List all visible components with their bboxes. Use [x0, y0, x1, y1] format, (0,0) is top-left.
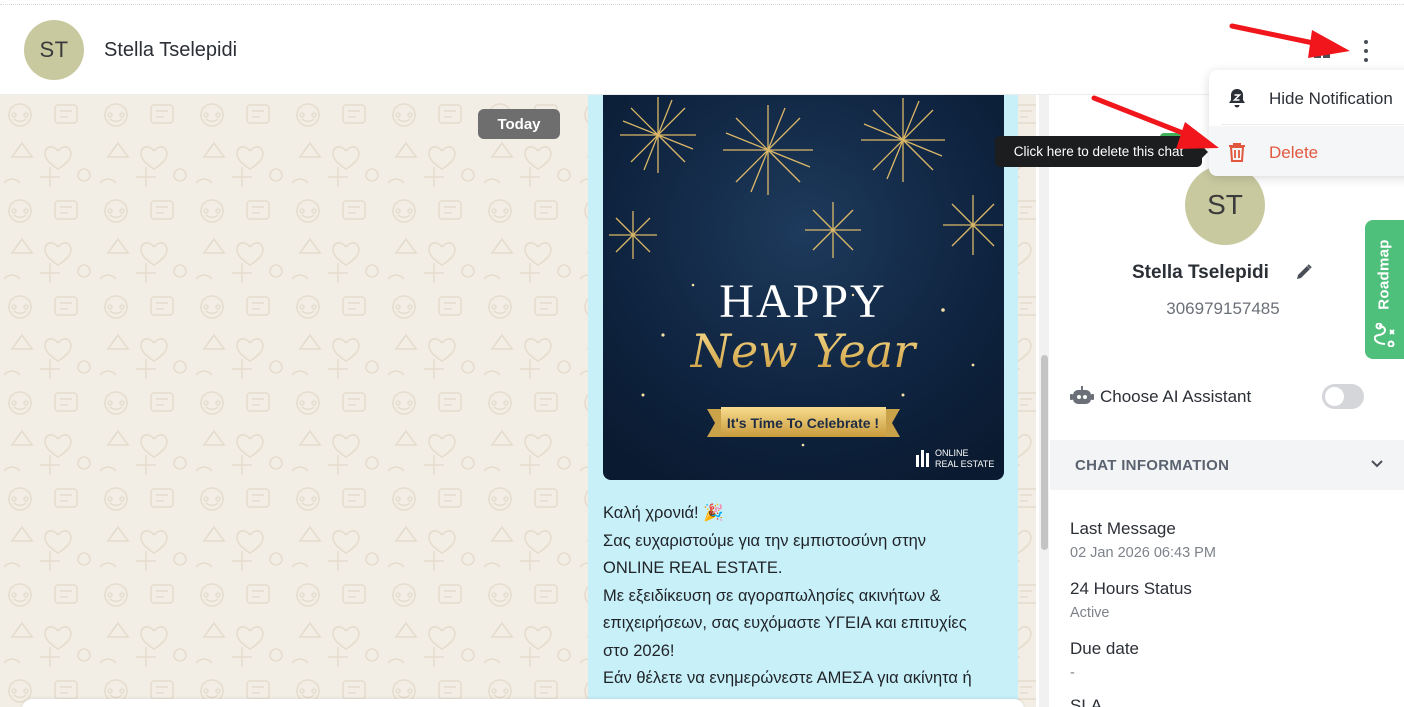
- bell-snooze-icon: [1229, 89, 1245, 108]
- roadmap-icon: [1374, 323, 1395, 347]
- message-text: Καλή χρονιά! 🎉 Σας ευχαριστούμε για την …: [603, 500, 1008, 693]
- panel-avatar: ST: [1185, 165, 1265, 245]
- message-image[interactable]: HAPPY New Year It's Time To Celebrate ! …: [603, 95, 1004, 480]
- info-value: Active: [1070, 605, 1110, 621]
- contact-name[interactable]: Stella Tselepidi: [104, 39, 237, 62]
- chat-header: ST Stella Tselepidi: [0, 5, 1404, 95]
- image-brand-line2: REAL ESTATE: [935, 459, 994, 469]
- chat-scrollbar-thumb[interactable]: [1041, 355, 1048, 550]
- pencil-icon[interactable]: [1295, 263, 1313, 281]
- message-line: Με εξειδίκευση σε αγοραπωλησίες ακινήτων…: [603, 586, 941, 605]
- image-headline: HAPPY: [719, 275, 886, 328]
- info-label: Due date: [1070, 639, 1139, 658]
- message-line: Καλή χρονιά! 🎉: [603, 504, 724, 522]
- chat-information-section-header[interactable]: CHAT INFORMATION: [1050, 440, 1404, 490]
- message-line: στο 2026!: [603, 641, 675, 660]
- message-composer[interactable]: [22, 699, 1024, 707]
- roadmap-tab[interactable]: Roadmap: [1365, 220, 1404, 359]
- chevron-down-icon: [1371, 460, 1383, 468]
- menu-item-delete[interactable]: Delete: [1209, 126, 1404, 176]
- message-line: ONLINE REAL ESTATE.: [603, 559, 783, 577]
- image-banner: It's Time To Celebrate !: [727, 415, 879, 431]
- roadmap-label: Roadmap: [1375, 238, 1393, 310]
- info-value: 02 Jan 2026 06:43 PM: [1070, 545, 1216, 561]
- info-label: SLA: [1070, 696, 1103, 707]
- robot-icon: [1070, 386, 1094, 404]
- app-root: ST Stella Tselepidi Today HAPPY New Year…: [0, 0, 1404, 707]
- message-line: επιχειρήσεων, σας ευχόμαστε ΥΓΕΙΑ και επ…: [603, 614, 967, 632]
- kebab-menu-icon[interactable]: [1356, 38, 1376, 64]
- date-chip: Today: [478, 109, 560, 139]
- ai-assistant-label: Choose AI Assistant: [1100, 387, 1252, 406]
- contact-panel: ST Stella Tselepidi 306979157485 Choose …: [1050, 95, 1404, 707]
- message-line: Εάν θέλετε να ενημερώνεστε ΑΜΕΣΑ για ακί…: [603, 669, 972, 687]
- ai-assistant-toggle[interactable]: [1322, 384, 1364, 409]
- panel-phone: 306979157485: [1166, 299, 1280, 318]
- delete-tooltip: Click here to delete this chat: [995, 136, 1208, 167]
- section-title: CHAT INFORMATION: [1075, 456, 1230, 474]
- info-label: 24 Hours Status: [1070, 579, 1192, 598]
- panel-contact-name: Stella Tselepidi: [1132, 262, 1269, 283]
- chat-options-menu: Hide Notification Delete: [1209, 70, 1404, 176]
- trash-icon: [1229, 143, 1245, 162]
- menu-item-hide-notification[interactable]: Hide Notification: [1209, 72, 1404, 124]
- book-icon[interactable]: [1313, 42, 1331, 60]
- menu-divider: [1221, 124, 1404, 125]
- image-script-line: New Year: [690, 324, 918, 378]
- message-bubble[interactable]: HAPPY New Year It's Time To Celebrate ! …: [588, 95, 1018, 707]
- info-label: Last Message: [1070, 519, 1176, 538]
- image-brand-line1: ONLINE: [935, 448, 969, 458]
- chat-area: Today HAPPY New Year It's Time To Celebr…: [0, 95, 1036, 707]
- menu-item-label: Hide Notification: [1269, 89, 1393, 108]
- menu-item-label: Delete: [1269, 143, 1319, 162]
- info-value: -: [1070, 665, 1075, 681]
- message-line: Σας ευχαριστούμε για την εμπιστοσύνη στη…: [603, 531, 927, 550]
- avatar[interactable]: ST: [24, 20, 84, 80]
